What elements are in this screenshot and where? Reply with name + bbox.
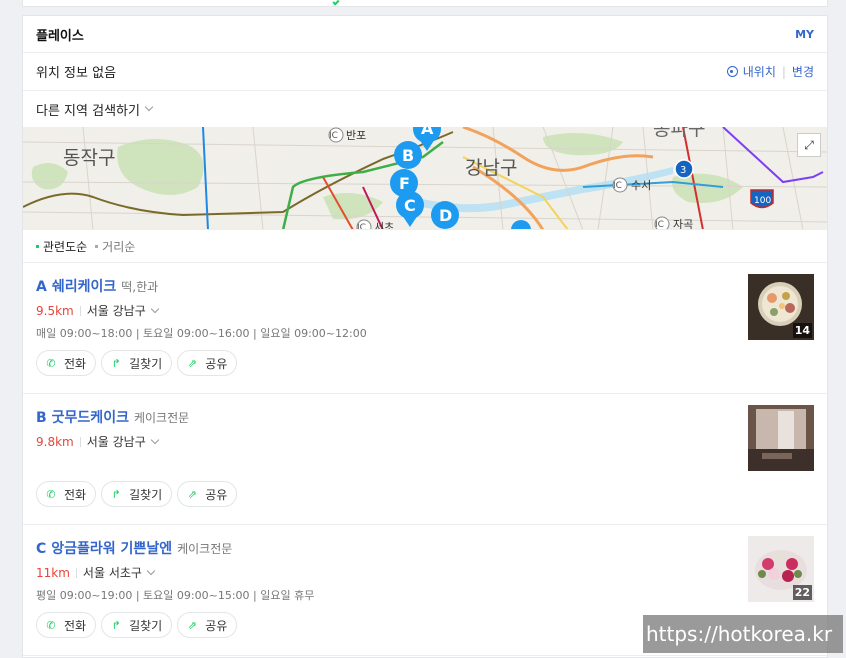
divider [79,305,81,316]
share-button[interactable]: ⇗ 공유 [177,350,238,376]
check-icon [332,0,340,6]
place-hours: 평일 09:00~19:00 | 토요일 09:00~15:00 | 일요일 휴… [36,589,315,602]
svg-text:IC: IC [357,223,366,230]
share-icon: ⇗ [187,356,197,370]
location-actions: 내위치 | 변경 [726,63,814,80]
place-photo[interactable] [748,405,814,471]
divider [75,567,77,578]
directions-button[interactable]: ↱ 길찾기 [101,350,173,376]
chevron-down-icon [144,102,154,112]
map-label-gangnam: 강남구 [465,157,517,179]
map-marker-b: B [394,141,422,169]
svg-text:IC: IC [655,220,664,230]
expand-icon: ⤢ [804,137,814,152]
my-link[interactable]: MY [795,28,814,41]
change-location-link[interactable]: 변경 [792,63,814,80]
svg-text:D: D [439,206,452,225]
call-button[interactable]: ✆ 전화 [36,612,97,638]
place-name[interactable]: 굿무드케이크 [52,407,129,427]
svg-text:A: A [421,127,434,138]
directions-button[interactable]: ↱ 길찾기 [101,612,173,638]
phone-icon: ✆ [46,618,56,632]
place-name[interactable]: 앙금플라워 기쁜날엔 [51,538,172,558]
place-item-b: B 굿무드케이크 케이크전문 9.8km 서울 강남구 ✆ 전화 ↱ 길찾기 ⇗ 공유 [23,394,827,525]
divider [79,436,81,447]
map-view[interactable]: IC IC IC IC 반포 수서 서초 자곡 동작구 강남구 송파구 3 10… [23,127,827,230]
call-button[interactable]: ✆ 전화 [36,481,97,507]
svg-text:IC: IC [329,131,338,141]
my-location-icon[interactable] [726,66,738,77]
photo-count: 14 [792,323,812,338]
divider: | [781,64,786,79]
top-strip [22,0,828,7]
place-category: 케이크전문 [133,411,190,425]
chevron-down-icon[interactable] [150,304,159,313]
svg-text:IC: IC [613,181,622,191]
place-photo[interactable]: 14 [748,274,814,340]
call-button[interactable]: ✆ 전화 [36,350,97,376]
svg-text:C: C [404,196,416,215]
chevron-down-icon[interactable] [146,566,156,575]
sort-options: 관련도순 거리순 [23,230,827,263]
share-icon: ⇗ [187,487,197,501]
place-distance: 9.8km [36,434,74,449]
map-marker-d: D [431,201,459,229]
place-item-a: A 쉐리케이크 떡,한과 9.5km 서울 강남구 매일 09:00~18:00… [23,263,827,394]
place-letter: B [36,410,47,426]
place-hours: 매일 09:00~18:00 | 토요일 09:00~16:00 | 일요일 0… [36,327,367,340]
search-other-area[interactable]: 다른 지역 검색하기 [23,91,827,127]
share-icon: ⇗ [187,618,197,632]
map-label-dongjak: 동작구 [63,147,115,169]
svg-text:3: 3 [680,165,686,176]
map-canvas: IC IC IC IC 반포 수서 서초 자곡 동작구 강남구 송파구 3 10… [23,127,827,230]
map-label-seocho: 서초 [374,221,394,230]
svg-text:100: 100 [754,196,771,206]
svg-text:F: F [399,174,410,193]
place-letter: A [36,279,47,295]
sort-distance[interactable]: 거리순 [95,238,135,255]
place-distance: 11km [36,565,70,580]
location-status: 위치 정보 없음 [36,66,117,81]
directions-icon: ↱ [111,356,121,370]
search-other-label: 다른 지역 검색하기 [36,103,140,119]
directions-icon: ↱ [111,618,121,632]
map-label-suseo: 수서 [631,179,651,192]
place-letter: C [36,541,47,557]
place-address[interactable]: 서울 강남구 [87,433,146,450]
place-category: 떡,한과 [121,280,159,294]
place-panel: 플레이스 MY 위치 정보 없음 내위치 | 변경 다른 지역 검색하기 IC … [22,15,828,658]
location-row: 위치 정보 없음 내위치 | 변경 [23,53,827,91]
share-button[interactable]: ⇗ 공유 [177,481,238,507]
phone-icon: ✆ [46,487,56,501]
my-location-link[interactable]: 내위치 [743,63,776,80]
place-name[interactable]: 쉐리케이크 [52,276,116,296]
map-label-banpo: 반포 [346,129,366,142]
share-button[interactable]: ⇗ 공유 [177,612,238,638]
panel-header: 플레이스 MY [23,16,827,53]
svg-text:B: B [402,146,414,165]
sort-relevance[interactable]: 관련도순 [36,238,87,255]
place-address[interactable]: 서울 강남구 [87,302,146,319]
chevron-down-icon[interactable] [150,435,159,444]
map-label-songpa: 송파구 [653,127,705,140]
photo-count: 22 [792,585,812,600]
map-label-jagok: 자곡 [673,218,693,230]
panel-title: 플레이스 [36,28,84,44]
place-distance: 9.5km [36,303,74,318]
watermark: https://hotkorea.kr [643,615,843,653]
place-photo[interactable]: 22 [748,536,814,602]
directions-button[interactable]: ↱ 길찾기 [101,481,173,507]
phone-icon: ✆ [46,356,56,370]
place-address[interactable]: 서울 서초구 [83,564,142,581]
expand-map-button[interactable]: ⤢ [797,133,821,157]
directions-icon: ↱ [111,487,121,501]
place-category: 케이크전문 [177,542,233,556]
